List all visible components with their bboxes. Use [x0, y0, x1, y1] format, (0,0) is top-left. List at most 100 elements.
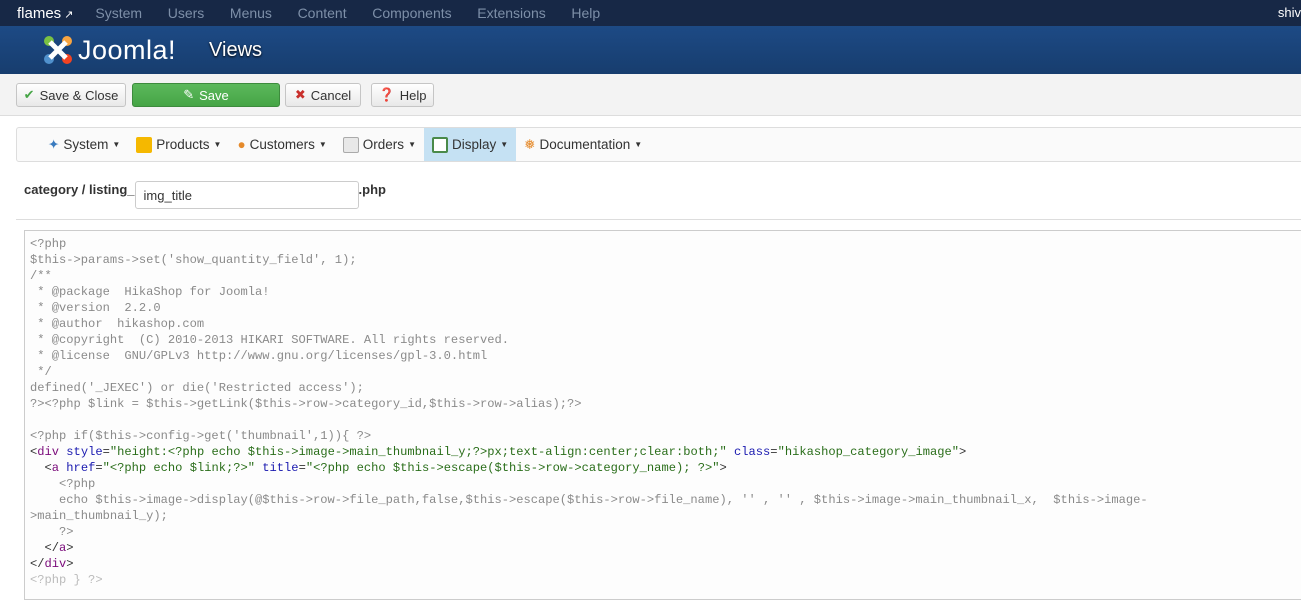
code-token: >	[719, 461, 727, 475]
caret-down-icon: ▼	[634, 140, 643, 149]
caret-down-icon: ▼	[500, 140, 509, 149]
admin-topbar: flames ↗ System Users Menus Content Compo…	[0, 0, 1301, 26]
submenu-label: Display	[451, 137, 497, 152]
submenu-products[interactable]: Products ▼	[128, 128, 229, 161]
code-token: class	[726, 445, 771, 459]
code-line: * @author hikashop.com	[30, 316, 1301, 332]
code-line: */	[30, 364, 1301, 380]
joomla-logo: Joomla!	[42, 34, 176, 66]
code-token: div	[44, 557, 67, 571]
menu-menus[interactable]: Menus	[230, 5, 272, 21]
file-name-row: category / listing_ .php	[24, 175, 386, 209]
code-line: <a href="<?php echo $link;?>" title="<?p…	[30, 460, 1301, 476]
code-token: >	[66, 557, 74, 571]
code-token: =	[95, 461, 103, 475]
code-token: <?php } ?>	[30, 573, 103, 587]
submenu-documentation[interactable]: ❅ Documentation ▼	[516, 128, 650, 161]
code-line: * @package HikaShop for Joomla!	[30, 284, 1301, 300]
menu-users[interactable]: Users	[168, 5, 205, 21]
menu-components[interactable]: Components	[372, 5, 451, 21]
page-header: Joomla! Views	[0, 26, 1301, 74]
toolbar: ✔ Save & Close ✎ Save ✖ Cancel ❓ Help	[0, 74, 1301, 116]
site-name: flames	[17, 4, 62, 22]
cancel-icon: ✖	[294, 87, 306, 102]
menu-extensions[interactable]: Extensions	[477, 5, 545, 21]
orders-icon	[342, 136, 359, 153]
code-token: >	[66, 541, 74, 555]
code-line: * @version 2.2.0	[30, 300, 1301, 316]
code-line: * @license GNU/GPLv3 http://www.gnu.org/…	[30, 348, 1301, 364]
code-token: "height:<?php echo $this->image->main_th…	[109, 445, 727, 459]
logo-text: Joomla!	[78, 34, 177, 65]
check-icon: ✔	[23, 87, 35, 102]
cancel-button[interactable]: ✖ Cancel	[285, 83, 361, 107]
code-token: </	[30, 557, 45, 571]
code-token: href	[59, 461, 96, 475]
code-token: =	[102, 445, 110, 459]
code-line: </a>	[30, 540, 1301, 556]
caret-down-icon: ▼	[213, 140, 222, 149]
code-token: defined('_JEXEC') or die('Restricted acc…	[30, 381, 364, 395]
code-token: * @license GNU/GPLv3 http://www.gnu.org/…	[30, 349, 488, 363]
code-token: "hikashop_category_image"	[777, 445, 959, 459]
code-token: "<?php echo $this->escape($this->row->ca…	[305, 461, 720, 475]
code-line: >main_thumbnail_y);	[30, 508, 1301, 524]
code-token: ?>	[30, 525, 74, 539]
submenu-label: Customers	[249, 137, 315, 152]
code-token: /**	[30, 269, 52, 283]
submenu-label: Products	[156, 137, 210, 152]
help-button[interactable]: ❓ Help	[371, 83, 434, 107]
menu-system[interactable]: System	[95, 5, 142, 21]
code-token: style	[59, 445, 103, 459]
submenu-label: Orders	[362, 137, 405, 152]
customers-icon: ●	[237, 137, 246, 152]
code-token: title	[255, 461, 299, 475]
code-token: <?php	[30, 237, 67, 251]
save-close-label: Save & Close	[39, 87, 119, 103]
code-token: a	[51, 461, 60, 475]
code-token: <	[30, 461, 52, 475]
submenu-label: System	[63, 137, 109, 152]
code-token: div	[37, 445, 60, 459]
display-icon	[431, 136, 448, 153]
caret-down-icon: ▼	[112, 140, 121, 149]
caret-down-icon: ▼	[408, 140, 416, 149]
code-line: echo $this->image->display(@$this->row->…	[30, 492, 1301, 508]
code-token: <?php if($this->config->get('thumbnail',…	[30, 429, 372, 443]
menu-help[interactable]: Help	[571, 5, 600, 21]
code-line: </div>	[30, 556, 1301, 572]
file-suffix: .php	[358, 181, 386, 197]
code-token: * @copyright (C) 2010-2013 HIKARI SOFTWA…	[30, 333, 509, 347]
joomla-logo-icon	[44, 36, 72, 64]
help-icon: ❓	[378, 87, 395, 102]
user-menu[interactable]: shiv	[1278, 5, 1301, 20]
code-token: $this->params->set('show_quantity_field'…	[30, 253, 357, 267]
submenu-display[interactable]: Display ▼	[423, 128, 517, 161]
file-name-input[interactable]	[134, 181, 359, 209]
site-link[interactable]: flames ↗	[17, 5, 73, 22]
code-token: </	[30, 541, 60, 555]
code-token: >	[959, 445, 967, 459]
cancel-label: Cancel	[310, 87, 352, 103]
external-link-icon: ↗	[64, 8, 74, 21]
code-line: /**	[30, 268, 1301, 284]
code-token: =	[770, 445, 778, 459]
code-token: */	[30, 365, 52, 379]
code-line: <div style="height:<?php echo $this->ima…	[30, 444, 1301, 460]
code-line: <?php if($this->config->get('thumbnail',…	[30, 428, 1301, 444]
submenu-orders[interactable]: Orders ▼	[335, 128, 424, 161]
menu-content[interactable]: Content	[298, 5, 347, 21]
submenu-label: Documentation	[539, 137, 631, 152]
code-token: * @package HikaShop for Joomla!	[30, 285, 270, 299]
submenu-customers[interactable]: ● Customers ▼	[229, 128, 334, 161]
page-title: Views	[209, 38, 263, 61]
code-line: ?>	[30, 524, 1301, 540]
code-token: "<?php echo $link;?>"	[102, 461, 256, 475]
save-close-button[interactable]: ✔ Save & Close	[16, 83, 126, 107]
save-button[interactable]: ✎ Save	[132, 83, 280, 107]
caret-down-icon: ▼	[318, 140, 327, 149]
help-label: Help	[399, 87, 427, 103]
file-prefix: category / listing_	[24, 181, 135, 197]
code-editor[interactable]: <?php $this->params->set('show_quantity_f…	[24, 230, 1301, 600]
submenu-system[interactable]: ✦ System ▼	[40, 128, 128, 161]
